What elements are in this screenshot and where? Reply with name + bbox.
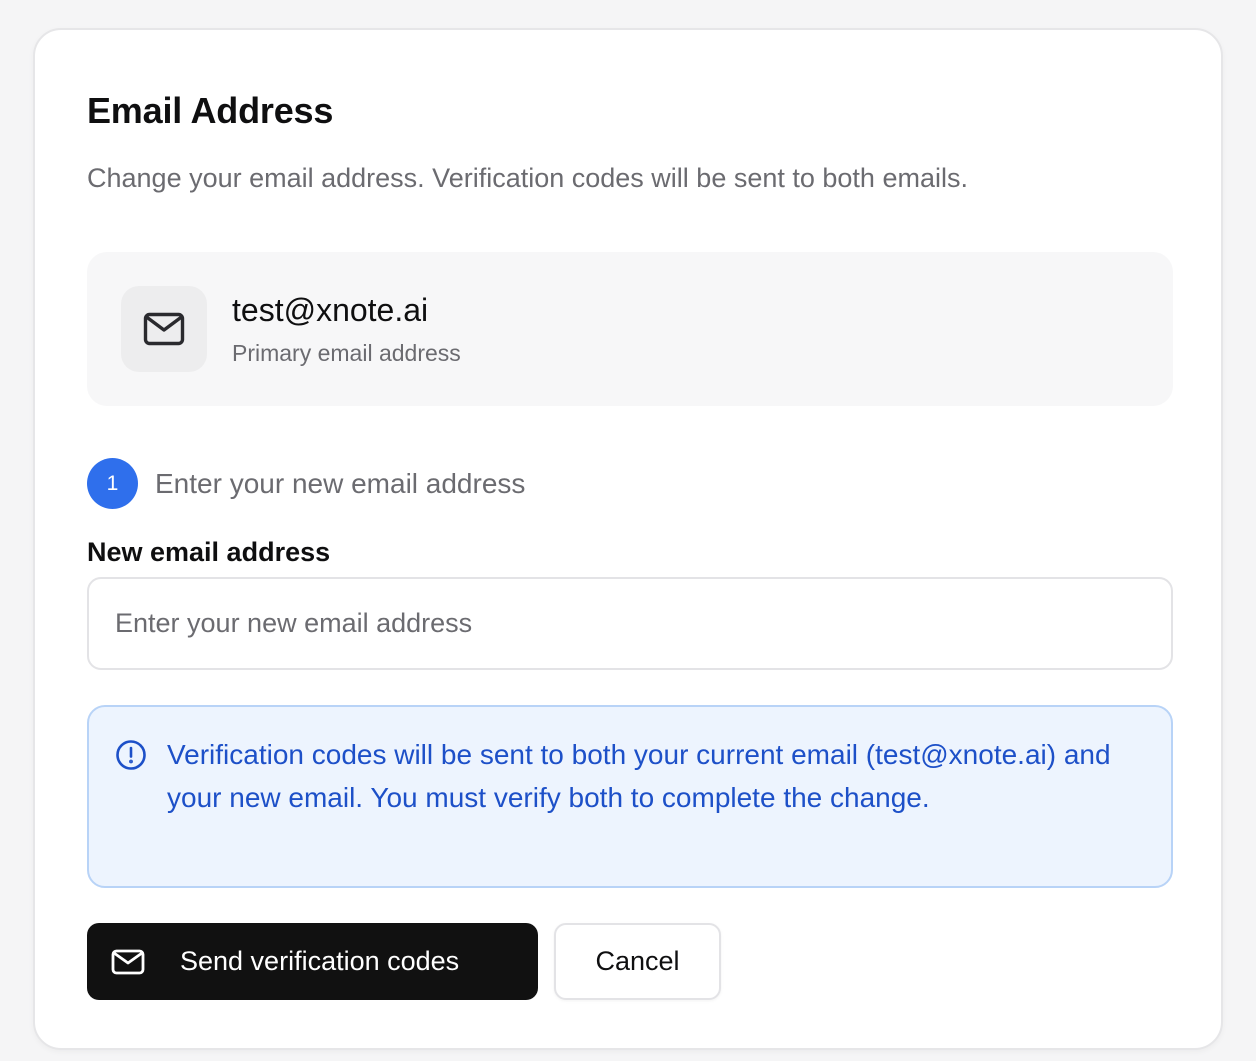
current-email-caption: Primary email address xyxy=(232,340,461,366)
verification-notice: Verification codes will be sent to both … xyxy=(87,705,1173,888)
new-email-label: New email address xyxy=(87,537,331,567)
step-number-badge: 1 xyxy=(87,458,138,509)
step-label: Enter your new email address xyxy=(155,467,526,499)
send-button-label: Send verification codes xyxy=(180,946,460,976)
send-verification-codes-button[interactable]: Send verification codes xyxy=(87,923,538,1000)
current-email-panel: test@xnote.ai Primary email address xyxy=(87,252,1173,406)
section-description: Change your email address. Verification … xyxy=(87,163,968,193)
cancel-button[interactable]: Cancel xyxy=(554,923,721,1000)
new-email-input[interactable] xyxy=(87,577,1173,670)
mail-icon xyxy=(121,286,207,372)
notice-text: Verification codes will be sent to both … xyxy=(167,739,1111,813)
mail-icon xyxy=(111,949,145,975)
section-title: Email Address xyxy=(87,90,334,131)
info-circle-icon xyxy=(115,739,147,776)
step-indicator: 1 Enter your new email address xyxy=(87,458,525,509)
current-email-address: test@xnote.ai xyxy=(232,292,429,328)
email-settings-card: Email Address Change your email address.… xyxy=(33,28,1223,1050)
